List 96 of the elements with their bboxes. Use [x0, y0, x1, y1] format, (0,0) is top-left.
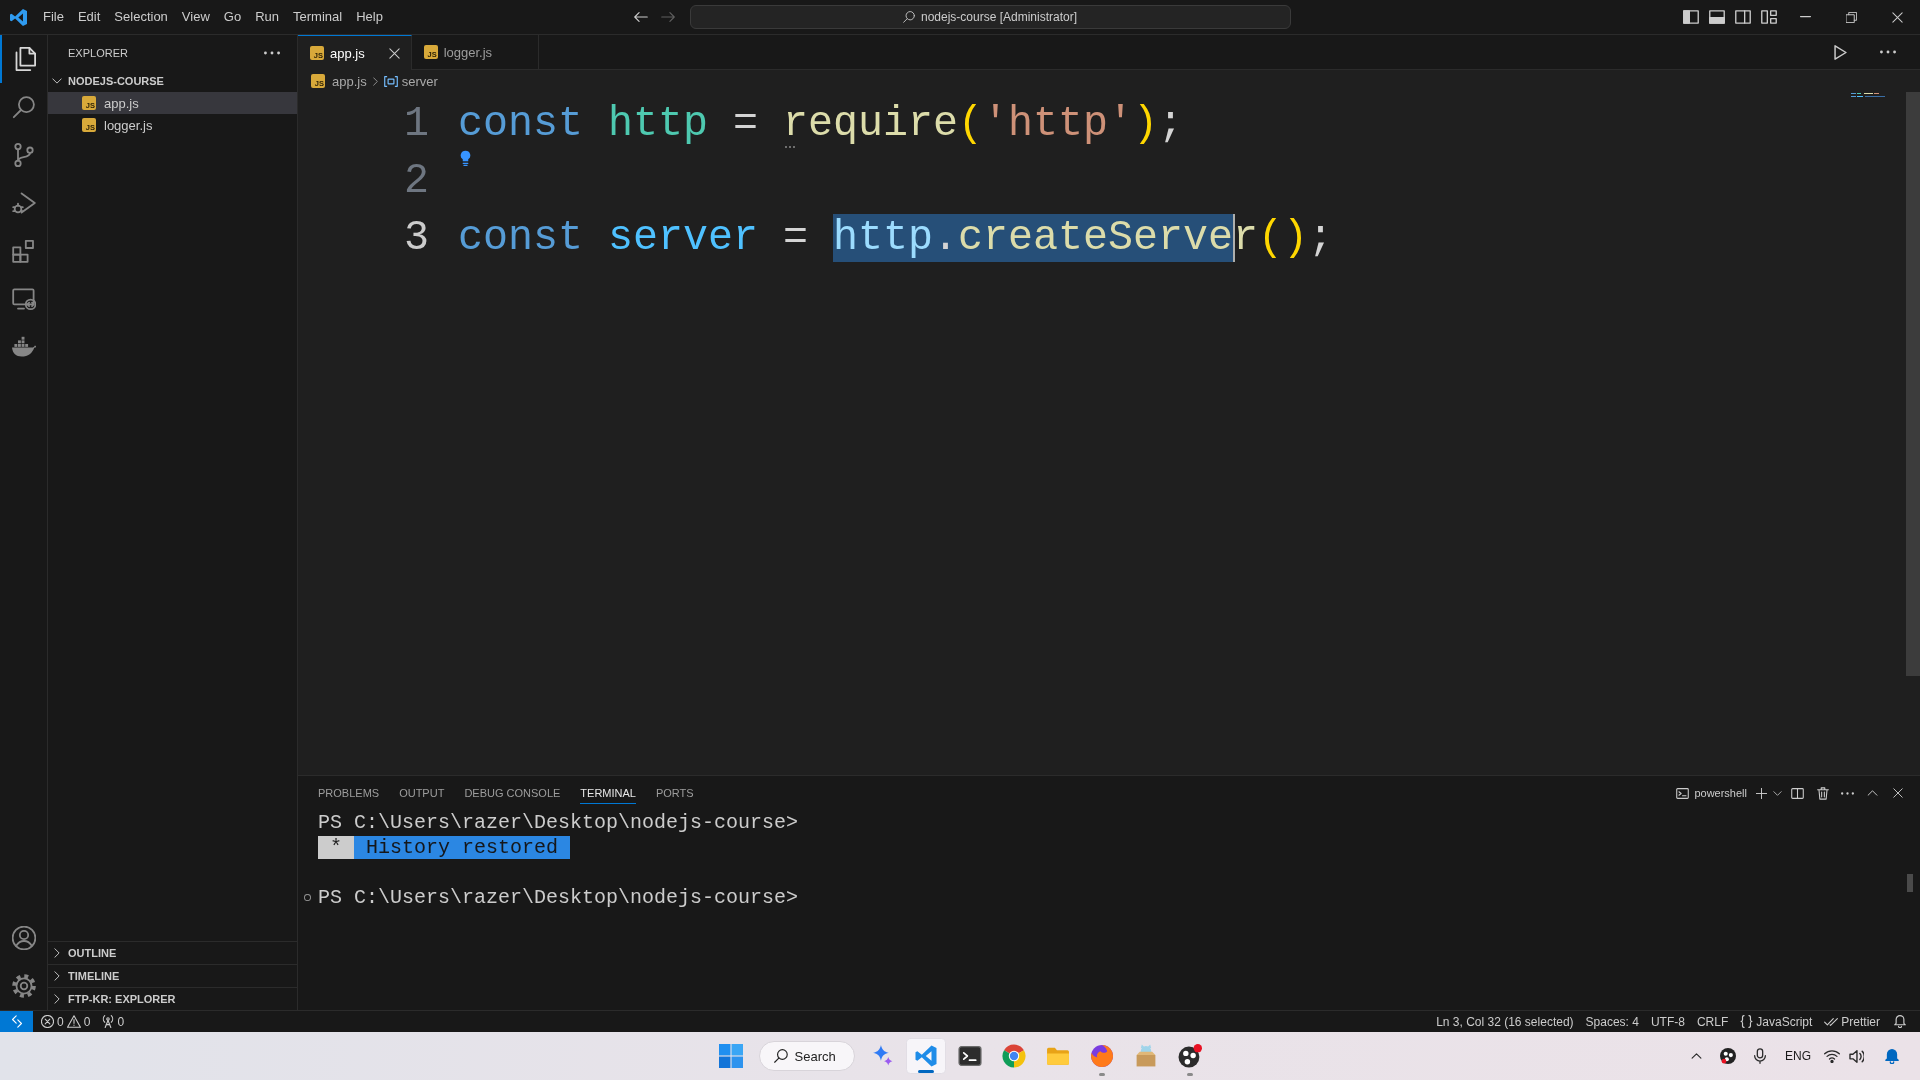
- volume-icon[interactable]: [1848, 1049, 1864, 1063]
- search-field[interactable]: Search: [758, 1041, 855, 1071]
- sidebar-title: EXPLORER: [68, 46, 128, 59]
- menu-item[interactable]: Edit: [70, 0, 108, 34]
- warning-icon: [66, 1015, 81, 1028]
- settings-icon[interactable]: [11, 974, 36, 998]
- more-icon[interactable]: [264, 50, 280, 55]
- remote-icon[interactable]: [11, 1015, 22, 1028]
- variable-symbol-icon: [383, 75, 398, 87]
- play-icon[interactable]: [1833, 44, 1847, 60]
- status-item[interactable]: Spaces: 4: [1579, 1011, 1645, 1032]
- terminal-line: PS C:\Users\razer\Desktop\nodejs-course>: [318, 885, 799, 910]
- antenna-icon: [102, 1015, 115, 1028]
- chevron-right-icon: [372, 76, 378, 86]
- chevron-right-icon: [54, 994, 60, 1004]
- search-icon: [902, 11, 915, 23]
- scrollbar-thumb[interactable]: [1906, 92, 1920, 676]
- terminal-selector[interactable]: powershell: [1676, 787, 1747, 799]
- back-arrow-icon[interactable]: [633, 12, 648, 22]
- line-number: 2: [403, 156, 430, 207]
- editor-logo-icon[interactable]: [9, 8, 27, 26]
- chevron-down-icon[interactable]: [1772, 790, 1782, 796]
- menu-item[interactable]: Selection: [107, 0, 175, 34]
- search-icon[interactable]: [11, 95, 36, 119]
- browser-icon[interactable]: [1089, 1044, 1114, 1068]
- ports-status[interactable]: 0: [96, 1011, 131, 1032]
- plus-icon[interactable]: [1755, 787, 1767, 799]
- line-number: 3: [403, 213, 430, 264]
- branch-icon[interactable]: [11, 143, 36, 167]
- panel-tab[interactable]: PORTS: [645, 776, 704, 810]
- layout-grid-icon[interactable]: [1761, 10, 1777, 24]
- menu-item[interactable]: File: [36, 0, 71, 34]
- panel-tab[interactable]: PROBLEMS: [308, 776, 390, 810]
- chevron-down-icon: [52, 78, 62, 84]
- double-check-icon: [1824, 1017, 1839, 1026]
- scrollbar-thumb[interactable]: [1907, 874, 1913, 892]
- bell-icon[interactable]: [1894, 1015, 1906, 1028]
- close-icon[interactable]: [389, 47, 401, 59]
- terminal-line: PS C:\Users\razer\Desktop\nodejs-course>: [318, 810, 799, 835]
- recorder-tray-icon[interactable]: [1720, 1048, 1736, 1064]
- toggle-secondary-sidebar-icon[interactable]: [1735, 10, 1751, 24]
- problems-status[interactable]: 0 0: [33, 1011, 97, 1032]
- braces-icon: [1740, 1015, 1754, 1028]
- terminal-notice: History restored: [354, 836, 571, 859]
- chevron-up-icon[interactable]: [1690, 1053, 1702, 1059]
- search-icon: [773, 1049, 788, 1063]
- minimap-drawing: [1851, 93, 1885, 97]
- panel-tab[interactable]: DEBUG CONSOLE: [454, 776, 571, 810]
- browser-icon[interactable]: [1001, 1044, 1026, 1068]
- account-icon[interactable]: [11, 926, 36, 950]
- menu-item[interactable]: Go: [216, 0, 249, 34]
- toggle-panel-icon[interactable]: [1709, 10, 1725, 24]
- section-header[interactable]: TIMELINE: [48, 964, 297, 987]
- input-language[interactable]: ENG: [1776, 1049, 1820, 1063]
- terminal-badge: *: [318, 836, 354, 859]
- code-line: const http = require('http');: [458, 99, 1183, 150]
- terminal-app-icon[interactable]: [957, 1044, 982, 1068]
- trash-icon[interactable]: [1816, 786, 1829, 800]
- menu-item[interactable]: Help: [349, 0, 390, 34]
- language-status[interactable]: JavaScript: [1734, 1011, 1819, 1032]
- editor-app-icon[interactable]: [905, 1038, 946, 1074]
- extensions-icon[interactable]: [11, 239, 36, 263]
- notification-bell-icon[interactable]: [1885, 1048, 1899, 1064]
- folder-item[interactable]: NODEJS-COURSE: [48, 70, 297, 92]
- status-item[interactable]: CRLF: [1690, 1011, 1735, 1032]
- code-line: const server = http.createServer();: [458, 213, 1333, 264]
- run-debug-icon[interactable]: [11, 191, 36, 215]
- chevron-right-icon: [54, 948, 60, 958]
- error-icon: [41, 1015, 54, 1028]
- wifi-icon[interactable]: [1824, 1049, 1840, 1063]
- split-icon[interactable]: [1791, 787, 1804, 799]
- monitor-icon[interactable]: [11, 287, 36, 311]
- chevron-right-icon: [54, 971, 60, 981]
- terminal-icon: [1676, 787, 1690, 799]
- microphone-icon[interactable]: [1754, 1048, 1766, 1064]
- close-icon[interactable]: [1892, 788, 1903, 798]
- command-center[interactable]: nodejs-course [Administrator]: [689, 5, 1291, 29]
- formatter-status[interactable]: Prettier: [1818, 1011, 1886, 1032]
- start-icon[interactable]: [718, 1044, 743, 1068]
- status-item[interactable]: Ln 3, Col 32 (16 selected): [1430, 1011, 1580, 1032]
- panel-tab[interactable]: OUTPUT: [389, 776, 455, 810]
- more-icon[interactable]: [1841, 791, 1854, 795]
- menu-item[interactable]: Terminal: [286, 0, 350, 34]
- whale-icon[interactable]: [11, 335, 36, 359]
- breadcrumb-item[interactable]: server: [383, 73, 438, 89]
- section-header[interactable]: OUTLINE: [48, 941, 297, 964]
- close-icon[interactable]: [1891, 11, 1903, 23]
- minimize-icon[interactable]: [1799, 16, 1811, 18]
- more-icon[interactable]: [1880, 50, 1896, 54]
- restore-icon[interactable]: [1845, 11, 1857, 23]
- menu-item[interactable]: View: [174, 0, 217, 34]
- recorder-app-icon[interactable]: [1177, 1044, 1202, 1068]
- line-number: 1: [403, 99, 430, 150]
- toggle-sidebar-icon[interactable]: [1683, 10, 1699, 24]
- menu-item[interactable]: Run: [248, 0, 286, 34]
- status-item[interactable]: UTF-8: [1644, 1011, 1691, 1032]
